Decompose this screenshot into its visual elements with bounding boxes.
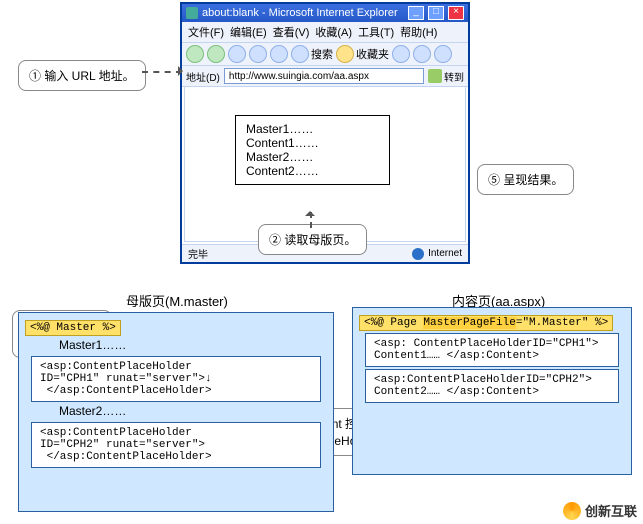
refresh-button[interactable] xyxy=(249,45,267,63)
go-label: 转到 xyxy=(444,69,464,84)
go-button[interactable]: 转到 xyxy=(428,69,464,84)
window-title: about:blank - Microsoft Internet Explore… xyxy=(202,7,398,19)
callout-step-2: ② 读取母版页。 xyxy=(258,224,367,255)
home-button[interactable] xyxy=(270,45,288,63)
mail-button[interactable] xyxy=(413,45,431,63)
search-label: 搜索 xyxy=(311,46,333,62)
master-cph2-code: <asp:ContentPlaceHolder ID="CPH2" runat=… xyxy=(31,422,321,468)
maximize-button[interactable]: □ xyxy=(428,6,444,20)
close-button[interactable]: × xyxy=(448,6,464,20)
content-page-panel: <%@ Page MasterPageFile="M.Master" %> <a… xyxy=(352,307,632,475)
url-input[interactable] xyxy=(224,68,424,84)
minimize-button[interactable]: _ xyxy=(408,6,424,20)
content-c2-code: <asp:ContentPlaceHolderID="CPH2"> Conten… xyxy=(365,369,619,403)
favorites-button[interactable]: 收藏夹 xyxy=(336,45,389,63)
status-zone: Internet xyxy=(428,248,462,259)
menu-tools[interactable]: 工具(T) xyxy=(358,24,394,40)
watermark-text: 创新互联 xyxy=(585,501,637,520)
master-page-panel: <%@ Master %> Master1…… <asp:ContentPlac… xyxy=(18,312,334,512)
content-c1-code: <asp: ContentPlaceHolderID="CPH1"> Conte… xyxy=(365,333,619,367)
directive-open: <%@ Page xyxy=(364,317,423,329)
menu-bar: 文件(F) 编辑(E) 查看(V) 收藏(A) 工具(T) 帮助(H) xyxy=(182,22,468,43)
favorites-label: 收藏夹 xyxy=(356,46,389,62)
watermark: 创新互联 xyxy=(563,501,637,520)
master-panel-title: 母版页(M.master) xyxy=(126,291,228,310)
print-button[interactable] xyxy=(434,45,452,63)
toolbar: 搜索 收藏夹 xyxy=(182,43,468,66)
forward-button[interactable] xyxy=(207,45,225,63)
directive-close: %> xyxy=(103,322,116,334)
status-done: 完毕 xyxy=(188,246,208,261)
master-static-2: Master2…… xyxy=(59,404,327,418)
master-directive: <%@ Master %> xyxy=(25,319,327,336)
rendered-line: Master1…… xyxy=(246,122,379,136)
search-icon xyxy=(291,45,309,63)
content-directive: <%@ Page MasterPageFile="M.Master" %> xyxy=(359,314,625,331)
menu-view[interactable]: 查看(V) xyxy=(273,24,310,40)
directive-attr: MasterPageFile xyxy=(423,317,515,329)
ie-icon xyxy=(186,7,198,19)
address-label: 地址(D) xyxy=(186,69,220,84)
master-cph1-code: <asp:ContentPlaceHolder ID="CPH1" runat=… xyxy=(31,356,321,402)
rendered-output-box: Master1…… Content1…… Master2…… Content2…… xyxy=(235,115,390,185)
star-icon xyxy=(336,45,354,63)
rendered-line: Content2…… xyxy=(246,164,379,178)
stop-button[interactable] xyxy=(228,45,246,63)
address-bar: 地址(D) 转到 xyxy=(182,66,468,87)
arrowhead-icon xyxy=(305,206,315,216)
internet-zone-icon xyxy=(412,248,424,260)
arrowhead-icon xyxy=(178,66,188,76)
menu-help[interactable]: 帮助(H) xyxy=(400,24,437,40)
search-button[interactable]: 搜索 xyxy=(291,45,333,63)
watermark-logo-icon xyxy=(563,502,581,520)
rendered-line: Content1…… xyxy=(246,136,379,150)
history-button[interactable] xyxy=(392,45,410,63)
callout-step-5: ⑤ 呈现结果。 xyxy=(477,164,574,195)
callout-step-1: ① 输入 URL 地址。 xyxy=(18,60,146,91)
browser-viewport: Master1…… Content1…… Master2…… Content2…… xyxy=(184,86,466,242)
connector-step-1 xyxy=(142,71,182,73)
menu-favorites[interactable]: 收藏(A) xyxy=(315,24,352,40)
directive-val: ="M.Master" %> xyxy=(516,317,608,329)
back-button[interactable] xyxy=(186,45,204,63)
menu-edit[interactable]: 编辑(E) xyxy=(230,24,267,40)
rendered-line: Master2…… xyxy=(246,150,379,164)
master-static-1: Master1…… xyxy=(59,338,327,352)
directive-open: <%@ Master xyxy=(30,322,103,334)
menu-file[interactable]: 文件(F) xyxy=(188,24,224,40)
title-bar: about:blank - Microsoft Internet Explore… xyxy=(182,4,468,22)
go-arrow-icon xyxy=(428,69,442,83)
